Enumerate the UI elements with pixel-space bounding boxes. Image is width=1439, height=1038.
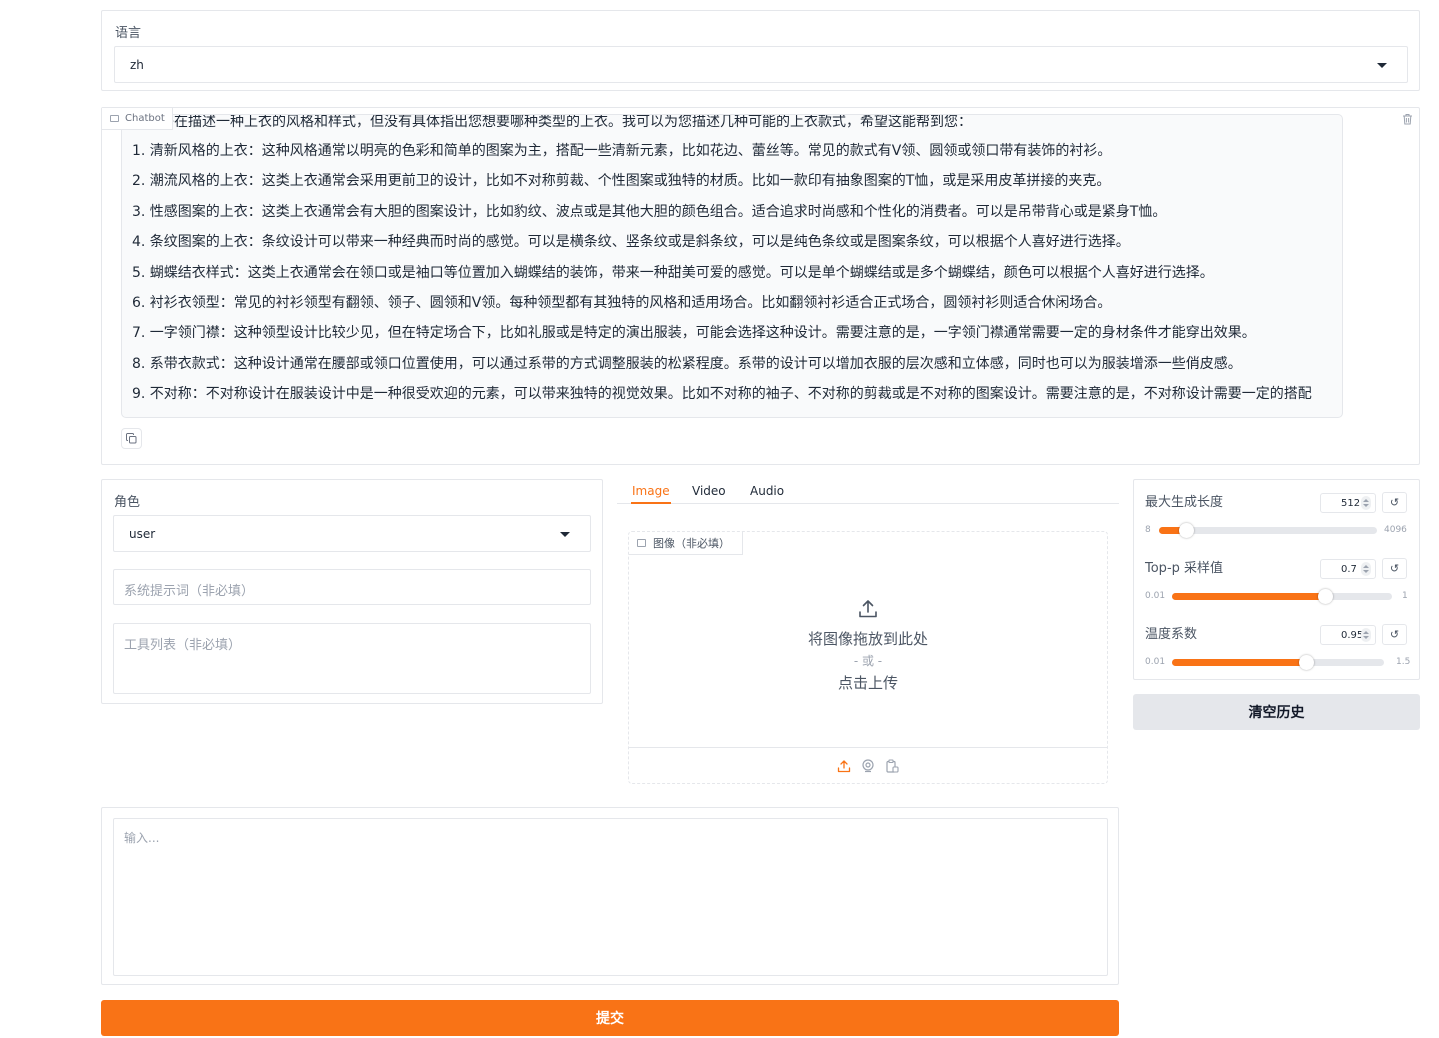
slider-thumb[interactable] xyxy=(1318,589,1334,604)
bot-message: 您似乎在描述一种上衣的风格和样式，但没有具体指出您想要哪种类型的上衣。我可以为您… xyxy=(121,114,1343,418)
webcam-icon xyxy=(862,758,874,772)
image-icon xyxy=(637,539,646,547)
max-length-slider[interactable] xyxy=(1159,523,1377,538)
clipboard-source-button[interactable] xyxy=(884,758,900,774)
system-prompt-input[interactable]: 系统提示词（非必填） xyxy=(113,569,591,605)
chevron-down-icon xyxy=(1377,62,1387,68)
message-line: 5. 蝴蝶结衣样式：这类上衣通常会在领口或是袖口等位置加入蝴蝶结的装饰，带来一种… xyxy=(132,264,1214,281)
slider-thumb[interactable] xyxy=(1178,523,1194,538)
spin-buttons[interactable] xyxy=(1361,496,1371,510)
clear-history-button[interactable]: 清空历史 xyxy=(1133,694,1420,730)
message-line: 8. 系带衣款式：这种设计通常在腰部或领口位置使用，可以通过系带的方式调整服装的… xyxy=(132,355,1242,372)
source-selector xyxy=(629,747,1107,783)
message-line: 1. 清新风格的上衣：这种风格通常以明亮的色彩和简单的图案为主，搭配一些清新元素… xyxy=(132,143,1112,159)
chatbot-tag-label: Chatbot xyxy=(125,113,165,124)
temperature-value: 0.95 xyxy=(1341,629,1364,641)
upload-icon xyxy=(859,600,877,618)
temperature-reset-button[interactable]: ↺ xyxy=(1382,624,1407,645)
chevron-down-icon xyxy=(560,531,570,537)
click-upload-text: 点击上传 xyxy=(837,674,898,692)
tools-placeholder: 工具列表（非必填） xyxy=(124,638,242,653)
webcam-source-button[interactable] xyxy=(860,758,876,774)
chatbot-panel: Chatbot 您似乎在描述一种上衣的风格和样式，但没有具体指出您想要哪种类型的… xyxy=(101,107,1420,465)
language-panel: 语言 zh xyxy=(101,10,1420,91)
message-intro: 您似乎在描述一种上衣的风格和样式，但没有具体指出您想要哪种类型的上衣。我可以为您… xyxy=(132,114,972,130)
copy-icon xyxy=(126,433,137,444)
chatbot-tag: Chatbot xyxy=(102,108,173,130)
language-dropdown[interactable]: zh xyxy=(114,46,1408,83)
top-p-min: 0.01 xyxy=(1145,591,1166,601)
upload-source-button[interactable] xyxy=(836,758,852,774)
message-line: 2. 潮流风格的上衣：这类上衣通常会采用更前卫的设计，比如不对称剪裁、个性图案或… xyxy=(132,173,1111,190)
temperature-slider[interactable] xyxy=(1172,655,1384,670)
clear-chat-button[interactable] xyxy=(1398,110,1416,128)
image-upload-tag-label: 图像（非必填） xyxy=(653,537,730,550)
message-line: 6. 衬衫衣领型：常见的衬衫领型有翻领、领子、圆领和V领。每种领型都有其独特的风… xyxy=(132,294,1112,311)
message-line: 4. 条纹图案的上衣：条纹设计可以带来一种经典而时尚的感觉。可以是横条纹、竖条纹… xyxy=(132,234,1130,251)
max-length-label: 最大生成长度 xyxy=(1145,495,1224,510)
role-label: 角色 xyxy=(114,495,141,510)
drop-zone[interactable]: 将图像拖放到此处 - 或 - 点击上传 xyxy=(629,592,1107,693)
image-upload[interactable]: 图像（非必填） 将图像拖放到此处 - 或 - 点击上传 xyxy=(628,531,1108,784)
upload-icon xyxy=(837,759,851,772)
temperature-min: 0.01 xyxy=(1145,657,1166,667)
input-panel: 输入... xyxy=(101,807,1119,985)
temperature-number-input[interactable]: 0.95 xyxy=(1320,625,1376,645)
language-value: zh xyxy=(130,57,144,72)
tab-image[interactable]: Image xyxy=(631,484,671,504)
tools-input[interactable]: 工具列表（非必填） xyxy=(113,623,591,694)
top-p-label: Top-p 采样值 xyxy=(1145,561,1224,576)
or-text: - 或 - xyxy=(853,654,883,668)
spin-buttons[interactable] xyxy=(1361,628,1371,642)
tab-audio[interactable]: Audio xyxy=(750,484,784,504)
clipboard-icon xyxy=(886,758,899,773)
max-length-min: 8 xyxy=(1145,525,1151,535)
tab-video[interactable]: Video xyxy=(692,484,726,504)
language-label: 语言 xyxy=(115,26,142,41)
role-panel: 角色 user 系统提示词（非必填） 工具列表（非必填） xyxy=(101,479,603,704)
drop-text: 将图像拖放到此处 xyxy=(807,630,928,648)
message-line: 3. 性感图案的上衣：这类上衣通常会有大胆的图案设计，比如豹纹、波点或是其他大胆… xyxy=(132,203,1167,220)
temperature-label: 温度系数 xyxy=(1145,627,1198,642)
temperature-max: 1.5 xyxy=(1396,657,1411,667)
message-line: 9. 不对称：不对称设计在服装设计中是一种很受欢迎的元素，可以带来独特的视觉效果… xyxy=(132,386,1312,403)
slider-fill xyxy=(1172,593,1326,600)
slider-fill xyxy=(1172,659,1306,666)
top-p-value: 0.7 xyxy=(1341,563,1357,575)
message-input[interactable]: 输入... xyxy=(113,818,1108,976)
top-p-slider[interactable] xyxy=(1172,589,1392,604)
role-dropdown[interactable]: user xyxy=(113,515,591,552)
chat-icon xyxy=(110,115,119,122)
top-p-reset-button[interactable]: ↺ xyxy=(1382,558,1407,579)
top-p-max: 1 xyxy=(1402,591,1408,601)
copy-message-button[interactable] xyxy=(121,428,142,449)
parameters-panel: 最大生成长度 512 ↺ 8 4096 Top-p 采样值 0.7 ↺ 0.01… xyxy=(1133,479,1420,680)
max-length-max: 4096 xyxy=(1384,525,1407,535)
system-prompt-placeholder: 系统提示词（非必填） xyxy=(124,584,255,599)
message-input-placeholder: 输入... xyxy=(124,831,160,845)
max-length-value: 512 xyxy=(1341,497,1361,509)
role-value: user xyxy=(129,526,156,541)
top-p-number-input[interactable]: 0.7 xyxy=(1320,559,1376,579)
spin-buttons[interactable] xyxy=(1361,562,1371,576)
max-length-number-input[interactable]: 512 xyxy=(1320,493,1376,513)
max-length-reset-button[interactable]: ↺ xyxy=(1382,492,1407,513)
message-line: 7. 一字领门襟：这种领型设计比较少见，但在特定场合下，比如礼服或是特定的演出服… xyxy=(132,325,1256,342)
media-tabs: Image Video Audio xyxy=(617,479,1119,504)
slider-thumb[interactable] xyxy=(1298,655,1314,670)
submit-button[interactable]: 提交 xyxy=(101,1000,1119,1036)
image-upload-tag: 图像（非必填） xyxy=(629,532,743,555)
trash-icon xyxy=(1402,114,1412,125)
